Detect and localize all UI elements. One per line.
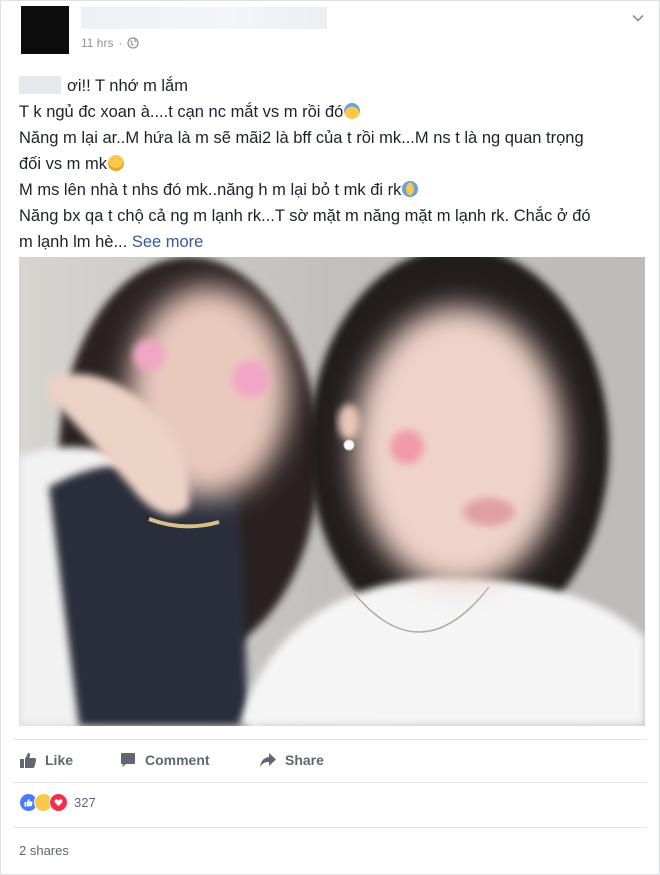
reaction-count[interactable]: 327 [74, 795, 96, 810]
comment-icon [121, 753, 135, 767]
reactions-divider [13, 782, 647, 783]
share-button[interactable]: Share [259, 749, 324, 771]
post-time[interactable]: 11 hrs [81, 36, 113, 50]
share-icon [260, 753, 276, 767]
post-meta: 11 hrs · [81, 36, 140, 50]
post-card: 11 hrs · ơi!! T nhớ m lắm T k ngủ đc xoa… [0, 0, 660, 875]
post-line-5: M ms lên nhà t nhs đó mk..năng h m lại b… [19, 181, 402, 199]
cold-sweat-emoji-icon [344, 103, 361, 119]
globe-icon [127, 37, 140, 49]
post-photo[interactable] [19, 257, 645, 726]
reactions-summary[interactable]: 327 [19, 793, 96, 812]
post-line-2: T k ngủ đc xoan à....t cạn nc mắt vs m r… [19, 103, 344, 121]
redacted-name [19, 76, 61, 94]
shares-divider [13, 827, 647, 828]
like-icon [20, 752, 37, 768]
actions-divider [13, 739, 647, 740]
comment-button[interactable]: Comment [119, 749, 210, 771]
see-more-link[interactable]: See more [132, 233, 204, 251]
post-line-1: ơi!! T nhớ m lắm [67, 77, 188, 95]
post-text: ơi!! T nhớ m lắm T k ngủ đc xoan à....t … [19, 73, 649, 255]
chevron-down-icon[interactable] [631, 11, 645, 25]
crying-emoji-icon [402, 181, 419, 197]
selfie-photo-illustration [19, 257, 645, 726]
sad-emoji-icon [108, 155, 125, 171]
author-avatar[interactable] [21, 6, 69, 54]
shares-count[interactable]: 2 shares [19, 843, 69, 858]
author-name-redacted[interactable] [81, 7, 327, 29]
like-label: Like [45, 752, 74, 768]
share-label: Share [285, 752, 324, 768]
like-button[interactable]: Like [19, 749, 73, 771]
love-reaction-icon [49, 793, 68, 812]
post-line-6: Năng bx qa t chộ cả ng m lạnh rk...T sờ … [19, 207, 591, 225]
post-line-4: đối vs m mk [19, 155, 108, 173]
post-line-3: Năng m lại ar..M hứa là m sẽ mãi2 là bff… [19, 129, 584, 147]
comment-label: Comment [145, 752, 210, 768]
post-line-7: m lạnh lm hè... [19, 233, 128, 251]
meta-separator: · [118, 36, 123, 50]
